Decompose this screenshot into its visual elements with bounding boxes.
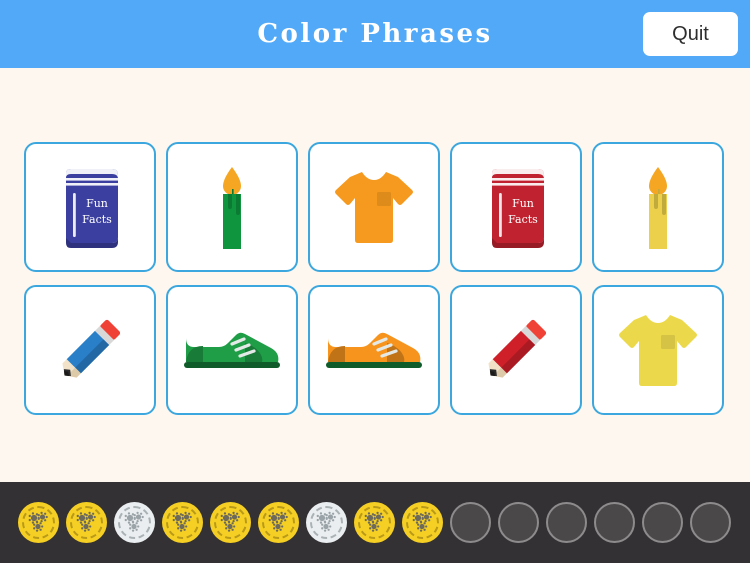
sneaker-icon <box>182 324 282 376</box>
game-board: Fun Facts Fun Facts <box>0 68 750 482</box>
gear-icon <box>28 511 48 532</box>
card-red-pencil[interactable] <box>450 285 582 415</box>
card-grid: Fun Facts Fun Facts <box>24 142 724 415</box>
card-red-book[interactable]: Fun Facts <box>450 142 582 272</box>
coin-slot-empty <box>642 502 683 543</box>
card-orange-sneaker[interactable] <box>308 285 440 415</box>
coin-slot-empty <box>546 502 587 543</box>
gear-icon <box>220 511 240 532</box>
coin-slot-empty <box>498 502 539 543</box>
gear-icon <box>364 511 384 532</box>
card-blue-book[interactable]: Fun Facts <box>24 142 156 272</box>
score-tray <box>0 482 750 563</box>
book-icon: Fun Facts <box>56 165 124 249</box>
coin-slot-gold <box>354 502 395 543</box>
svg-text:Fun: Fun <box>512 197 534 210</box>
sneaker-icon <box>324 324 424 376</box>
coin-slot-empty <box>690 502 731 543</box>
card-yellow-candle[interactable] <box>592 142 724 272</box>
gear-icon <box>268 511 288 532</box>
gear-icon <box>76 511 96 532</box>
coin-slot-gold <box>162 502 203 543</box>
card-blue-pencil[interactable] <box>24 285 156 415</box>
coin-slot-silver <box>306 502 347 543</box>
gear-icon <box>316 511 336 532</box>
card-yellow-tshirt[interactable] <box>592 285 724 415</box>
svg-text:Fun: Fun <box>86 197 108 210</box>
coin-slot-gold <box>210 502 251 543</box>
candle-icon <box>205 161 259 253</box>
pencil-icon <box>474 308 558 392</box>
gear-icon <box>124 511 144 532</box>
coin-slot-empty <box>450 502 491 543</box>
card-green-candle[interactable] <box>166 142 298 272</box>
coin-slot-gold <box>66 502 107 543</box>
tshirt-icon <box>333 168 415 246</box>
coin-slot-gold <box>402 502 443 543</box>
page-title: Color Phrases <box>257 19 493 49</box>
coin-slot-gold <box>258 502 299 543</box>
gear-icon <box>172 511 192 532</box>
quit-button[interactable]: Quit <box>643 12 738 56</box>
candle-icon <box>631 161 685 253</box>
book-icon: Fun Facts <box>482 165 550 249</box>
app-header: Color Phrases Quit <box>0 0 750 68</box>
svg-text:Facts: Facts <box>82 213 112 226</box>
card-green-sneaker[interactable] <box>166 285 298 415</box>
coin-row <box>18 502 731 543</box>
coin-slot-silver <box>114 502 155 543</box>
tshirt-icon <box>617 311 699 389</box>
coin-slot-gold <box>18 502 59 543</box>
svg-text:Facts: Facts <box>508 213 538 226</box>
gear-icon <box>412 511 432 532</box>
app-root: Color Phrases Quit Fun Facts Fun Facts <box>0 0 750 563</box>
coin-slot-empty <box>594 502 635 543</box>
card-orange-tshirt[interactable] <box>308 142 440 272</box>
pencil-icon <box>48 308 132 392</box>
